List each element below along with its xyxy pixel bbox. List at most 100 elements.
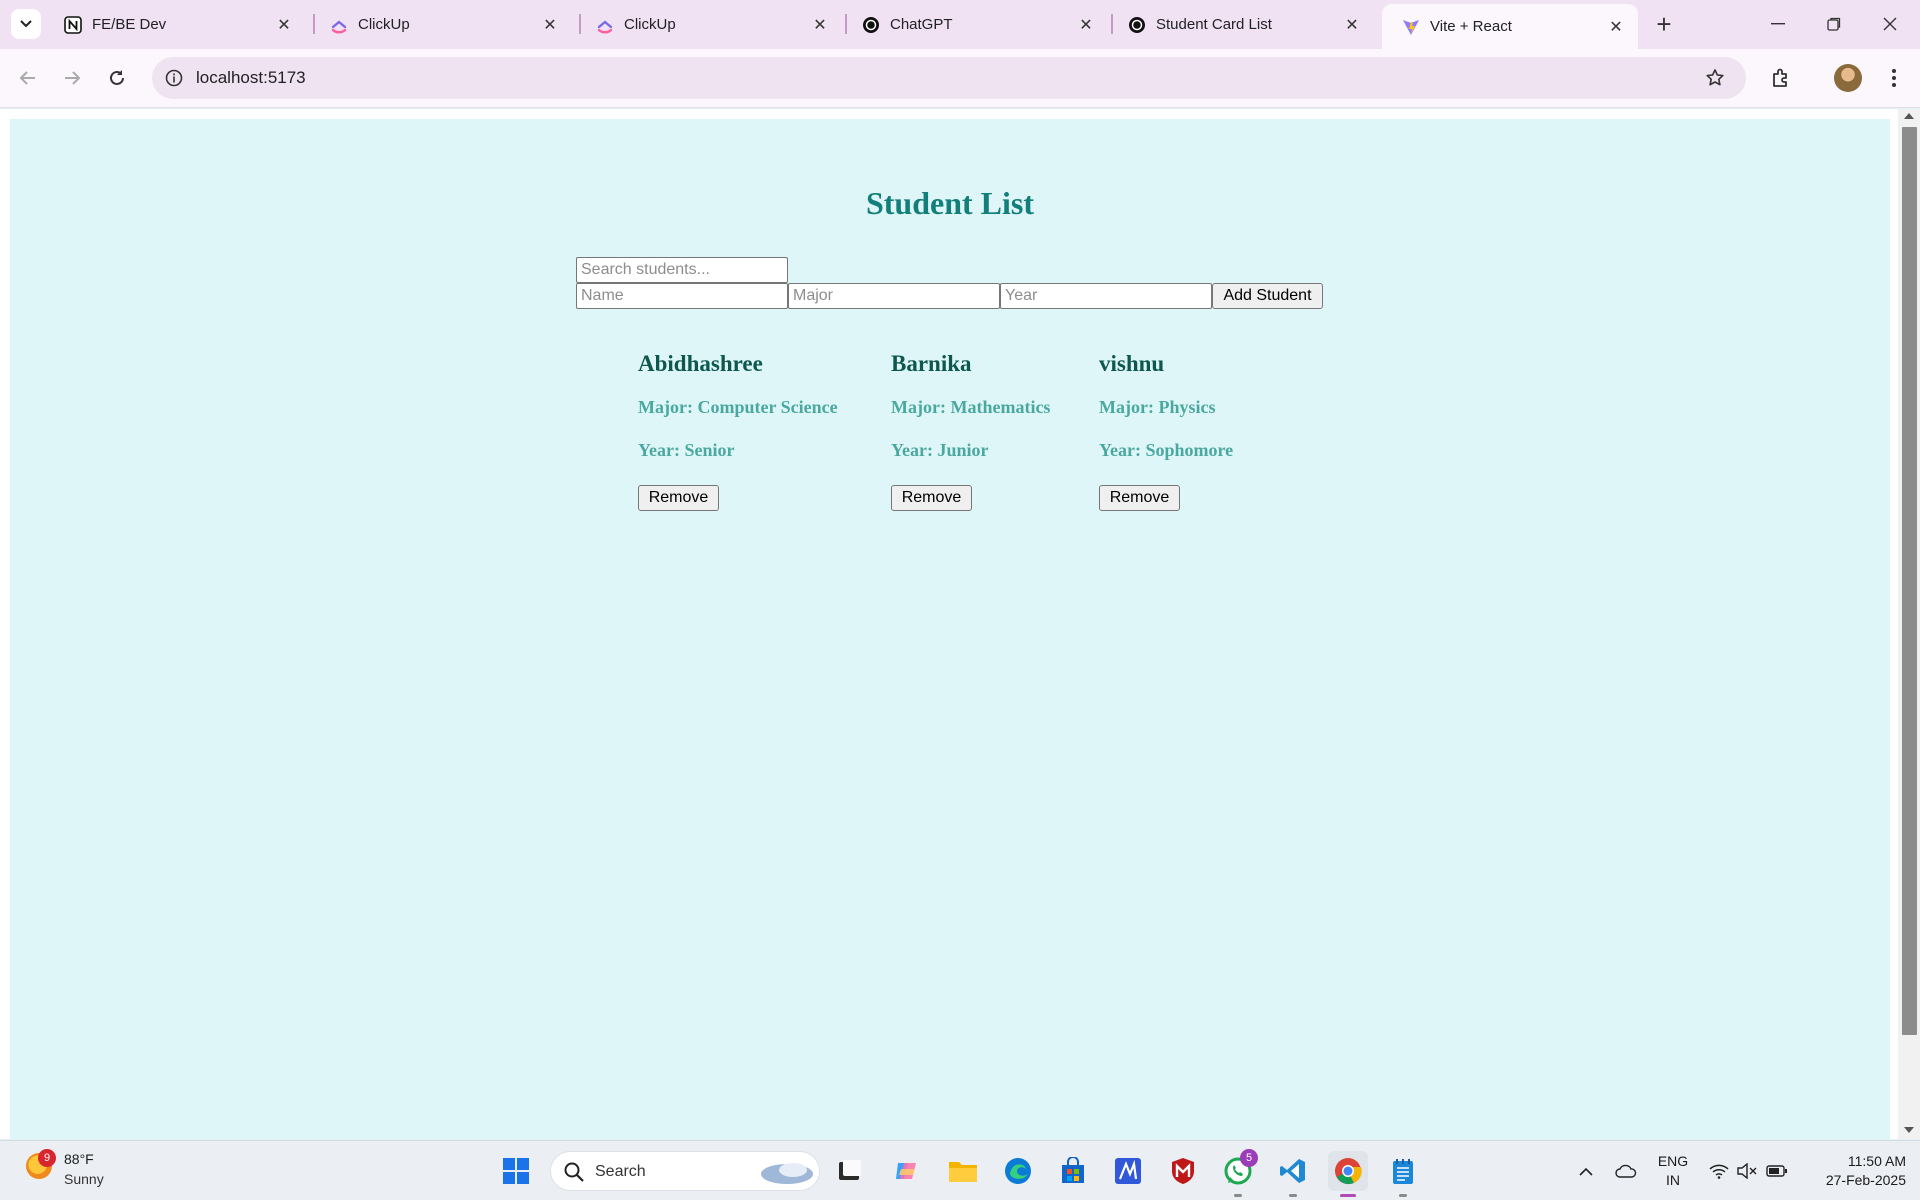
browser-tab-clickup-1[interactable]: ClickUp ✕ xyxy=(310,4,572,45)
language-code: ENG xyxy=(1657,1153,1689,1169)
tab-search-button[interactable] xyxy=(11,9,41,39)
bookmark-star-icon[interactable] xyxy=(1702,65,1728,91)
tab-title: Student Card List xyxy=(1156,16,1272,33)
student-card: Barnika Major: Mathematics Year: Junior … xyxy=(891,351,1050,511)
remove-button[interactable]: Remove xyxy=(638,485,719,511)
taskbar-app-vscode[interactable] xyxy=(1273,1151,1313,1191)
taskbar-search-box[interactable]: Search xyxy=(550,1151,820,1191)
reload-icon xyxy=(110,70,124,85)
student-name: Barnika xyxy=(891,351,972,376)
taskbar-app-editor[interactable] xyxy=(1108,1151,1148,1191)
address-bar[interactable]: localhost:5173 xyxy=(152,57,1746,99)
year-field[interactable] xyxy=(1000,283,1212,309)
close-tab-icon[interactable]: ✕ xyxy=(538,13,562,37)
taskbar-app-notepad[interactable] xyxy=(1383,1151,1423,1191)
weather-description: Sunny xyxy=(64,1171,104,1187)
browser-tab-fe-be-dev[interactable]: FE/BE Dev ✕ xyxy=(44,4,306,45)
student-major: Major: Physics xyxy=(1099,397,1216,417)
close-window-button[interactable] xyxy=(1862,0,1918,48)
arrow-left-icon xyxy=(19,71,35,85)
site-info-icon[interactable] xyxy=(162,66,186,90)
clock-tray-button[interactable]: 11:50 AM 27-Feb-2025 xyxy=(1806,1141,1906,1200)
student-major: Major: Mathematics xyxy=(891,397,1051,417)
clickup-icon xyxy=(330,16,348,34)
battery-tray-button[interactable] xyxy=(1764,1141,1790,1200)
page-viewport: Student List Add Student Abidhashree Maj… xyxy=(0,109,1920,1139)
taskbar-app-edge[interactable] xyxy=(998,1151,1038,1191)
student-year: Year: Sophomore xyxy=(1099,440,1234,460)
name-field[interactable] xyxy=(576,283,788,309)
add-student-button[interactable]: Add Student xyxy=(1212,283,1323,309)
copilot-icon xyxy=(896,1163,916,1179)
vertical-scrollbar[interactable] xyxy=(1898,109,1920,1139)
running-indicator-active xyxy=(1340,1194,1356,1197)
start-button[interactable] xyxy=(496,1151,536,1191)
arrow-right-icon xyxy=(65,71,81,85)
search-input[interactable] xyxy=(576,257,788,283)
close-tab-icon[interactable]: ✕ xyxy=(808,13,832,37)
major-field[interactable] xyxy=(788,283,1000,309)
taskbar-search-label: Search xyxy=(595,1163,646,1180)
scroll-down-arrow-icon[interactable] xyxy=(1904,1127,1914,1133)
notepad-icon xyxy=(1393,1159,1413,1184)
clock-time: 11:50 AM xyxy=(1847,1153,1906,1169)
minimize-button[interactable] xyxy=(1750,0,1806,48)
onedrive-tray-button[interactable] xyxy=(1610,1141,1642,1200)
chevron-up-icon xyxy=(1579,1167,1593,1176)
browser-menu-button[interactable] xyxy=(1878,62,1910,94)
browser-tab-chatgpt[interactable]: ChatGPT ✕ xyxy=(842,4,1108,45)
taskbar-app-task-view[interactable] xyxy=(830,1151,870,1191)
restore-button[interactable] xyxy=(1806,0,1862,48)
minimize-icon xyxy=(1771,23,1785,25)
battery-icon xyxy=(1766,1165,1787,1177)
taskbar-app-copilot[interactable] xyxy=(886,1151,926,1191)
extensions-button[interactable] xyxy=(1765,62,1797,94)
puzzle-icon xyxy=(1773,68,1787,87)
tab-title: ClickUp xyxy=(358,16,410,33)
remove-button[interactable]: Remove xyxy=(1099,485,1180,511)
show-hidden-icons-button[interactable] xyxy=(1572,1141,1600,1200)
browser-tab-vite-react[interactable]: Vite + React ✕ xyxy=(1382,4,1638,49)
wifi-tray-button[interactable] xyxy=(1706,1141,1732,1200)
weather-badge: 9 xyxy=(38,1149,56,1167)
search-highlight-icon xyxy=(761,1163,813,1184)
student-name: vishnu xyxy=(1099,351,1165,376)
volume-muted-icon xyxy=(1737,1163,1757,1179)
profile-avatar[interactable] xyxy=(1834,64,1862,92)
close-tab-icon[interactable]: ✕ xyxy=(1340,13,1364,37)
weather-temperature: 88°F xyxy=(64,1151,94,1167)
browser-tab-clickup-2[interactable]: ClickUp ✕ xyxy=(576,4,842,45)
restore-icon xyxy=(1827,17,1841,31)
student-major: Major: Computer Science xyxy=(638,397,838,417)
taskbar-app-chrome[interactable] xyxy=(1328,1151,1368,1191)
vite-icon xyxy=(1402,18,1420,36)
student-year: Year: Junior xyxy=(891,440,989,460)
page-title: Student List xyxy=(865,185,1035,221)
remove-button[interactable]: Remove xyxy=(891,485,972,511)
scroll-up-arrow-icon[interactable] xyxy=(1904,113,1914,119)
browser-tab-student-card-list[interactable]: Student Card List ✕ xyxy=(1108,4,1374,45)
student-card: vishnu Major: Physics Year: Sophomore Re… xyxy=(1099,351,1233,511)
volume-tray-button[interactable] xyxy=(1734,1141,1760,1200)
cloud-icon xyxy=(1615,1164,1637,1178)
close-tab-icon[interactable]: ✕ xyxy=(1074,13,1098,37)
taskbar-app-file-explorer[interactable] xyxy=(943,1151,983,1191)
back-button[interactable] xyxy=(10,60,46,96)
input-language-button[interactable]: ENG IN xyxy=(1650,1141,1696,1200)
forward-button[interactable] xyxy=(54,60,90,96)
chevron-down-icon xyxy=(20,20,32,28)
vscode-icon xyxy=(1280,1159,1305,1183)
store-icon xyxy=(1062,1157,1084,1183)
taskbar-app-whatsapp[interactable]: 5 xyxy=(1218,1149,1258,1191)
tab-title: Vite + React xyxy=(1430,18,1512,35)
running-indicator xyxy=(1399,1194,1407,1197)
reload-button[interactable] xyxy=(99,60,135,96)
whatsapp-badge: 5 xyxy=(1240,1149,1258,1167)
close-tab-icon[interactable]: ✕ xyxy=(272,13,296,37)
taskbar-app-mcafee[interactable] xyxy=(1163,1151,1203,1191)
scrollbar-thumb[interactable] xyxy=(1902,127,1917,1035)
close-tab-icon[interactable]: ✕ xyxy=(1604,15,1628,39)
new-tab-button[interactable]: + xyxy=(1650,9,1678,39)
clickup-icon xyxy=(596,16,614,34)
taskbar-app-store[interactable] xyxy=(1053,1151,1093,1191)
